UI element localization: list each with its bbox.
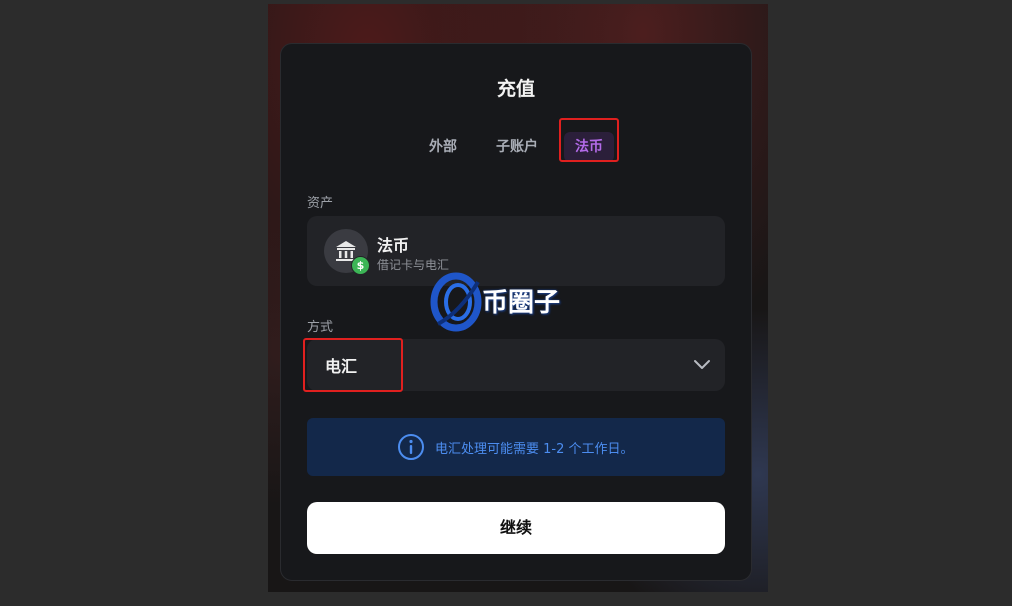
continue-button[interactable]: 继续 <box>307 502 725 554</box>
watermark-swirl-icon <box>430 272 482 332</box>
watermark-logo: 币圈子 <box>430 272 590 334</box>
asset-subtitle: 借记卡与电汇 <box>377 258 450 272</box>
method-label: 方式 <box>307 320 334 335</box>
dollar-badge-icon: $ <box>351 256 370 275</box>
processing-notice: 电汇处理可能需要 1-2 个工作日。 <box>307 418 725 476</box>
highlight-box-method <box>303 338 403 392</box>
watermark-text: 币圈子 <box>482 288 561 318</box>
dialog-title: 充值 <box>496 78 535 100</box>
tab-subaccount[interactable]: 子账户 <box>488 132 546 162</box>
highlight-box-fiat-tab <box>559 118 619 162</box>
bank-icon: $ <box>324 229 370 275</box>
asset-label: 资产 <box>307 196 334 211</box>
chevron-down-icon <box>694 360 710 369</box>
asset-name: 法币 <box>377 236 410 255</box>
tab-external[interactable]: 外部 <box>421 132 465 162</box>
info-icon <box>398 434 424 460</box>
notice-text: 电汇处理可能需要 1-2 个工作日。 <box>435 442 634 457</box>
deposit-tabs: 外部 子账户 法币 <box>281 132 751 162</box>
screenshot-stage: 充值 外部 子账户 法币 资产 $ 法币 借记卡与电汇 方式 电汇 电汇处理可能… <box>0 0 1012 606</box>
